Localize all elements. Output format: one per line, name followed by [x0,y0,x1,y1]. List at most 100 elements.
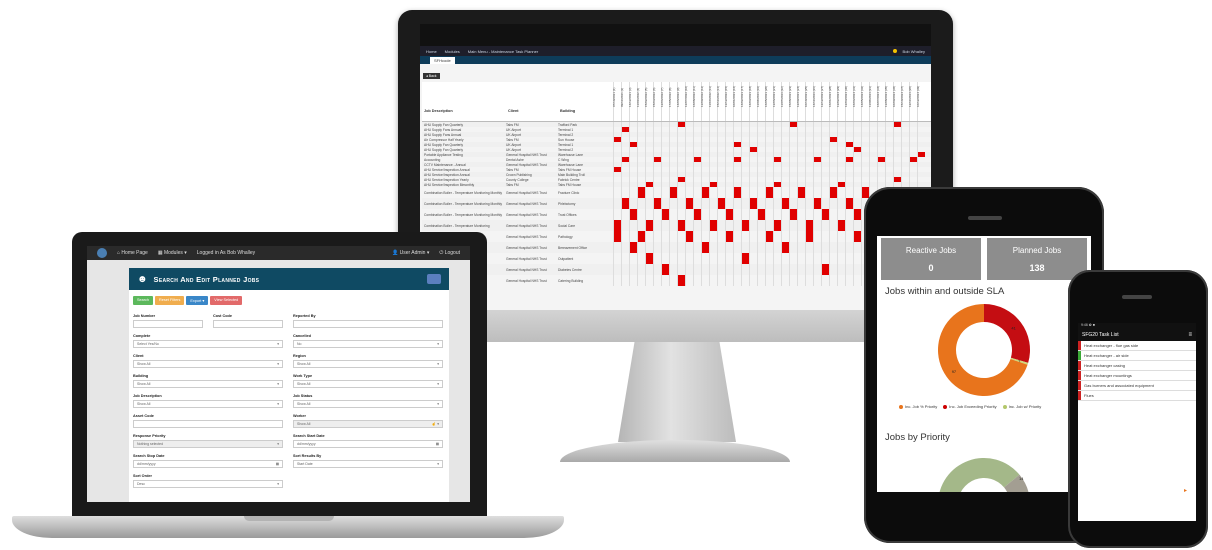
schedule-cell[interactable] [829,209,837,220]
schedule-cell[interactable] [813,242,821,253]
schedule-cell[interactable] [613,187,621,198]
schedule-cell[interactable] [821,220,829,231]
scheduled-job-cell[interactable] [797,187,805,198]
schedule-cell[interactable] [765,209,773,220]
schedule-cell[interactable] [813,187,821,198]
schedule-cell[interactable] [797,275,805,286]
schedule-cell[interactable] [613,253,621,264]
schedule-cell[interactable] [813,220,821,231]
schedule-cell[interactable] [701,209,709,220]
schedule-cell[interactable] [717,264,725,275]
schedule-cell[interactable] [853,253,861,264]
scheduled-job-cell[interactable] [661,264,669,275]
schedule-cell[interactable] [733,253,741,264]
schedule-cell[interactable] [637,264,645,275]
schedule-cell[interactable] [709,209,717,220]
schedule-cell[interactable] [797,209,805,220]
schedule-cell[interactable] [749,242,757,253]
user-admin-menu[interactable]: 👤 User Admin ▾ [392,250,429,256]
schedule-cell[interactable] [677,264,685,275]
schedule-cell[interactable] [749,220,757,231]
schedule-cell[interactable] [621,209,629,220]
back-button[interactable]: ◂ Back [423,73,440,79]
scheduled-job-cell[interactable] [853,231,861,242]
scheduled-job-cell[interactable] [709,220,717,231]
schedule-cell[interactable] [781,264,789,275]
schedule-cell[interactable] [733,264,741,275]
schedule-cell[interactable] [661,242,669,253]
schedule-cell[interactable] [805,264,813,275]
schedule-cell[interactable] [781,209,789,220]
schedule-cell[interactable] [837,253,845,264]
scheduled-job-cell[interactable] [693,209,701,220]
schedule-cell[interactable] [813,231,821,242]
scheduled-job-cell[interactable] [757,209,765,220]
nav-user-menu[interactable]: Bob Whalley [903,49,925,54]
schedule-cell[interactable] [749,209,757,220]
schedule-cell[interactable] [661,220,669,231]
schedule-cell[interactable] [757,264,765,275]
schedule-cell[interactable] [701,220,709,231]
schedule-cell[interactable] [789,264,797,275]
schedule-cell[interactable] [629,198,637,209]
schedule-cell[interactable] [845,209,853,220]
schedule-cell[interactable] [757,220,765,231]
schedule-cell[interactable] [685,220,693,231]
scheduled-job-cell[interactable] [629,209,637,220]
schedule-cell[interactable] [725,242,733,253]
schedule-cell[interactable] [669,198,677,209]
schedule-cell[interactable] [797,220,805,231]
schedule-cell[interactable] [813,275,821,286]
job-status-select[interactable]: Show All ▾ [293,400,443,408]
scheduled-job-cell[interactable] [677,275,685,286]
planned-jobs-card[interactable]: Planned Jobs 138 [987,238,1087,280]
schedule-cell[interactable] [845,253,853,264]
schedule-cell[interactable] [733,209,741,220]
planner-row[interactable]: Combination Boiler - Temperature Monitor… [422,220,931,231]
schedule-cell[interactable] [797,253,805,264]
schedule-cell[interactable] [845,220,853,231]
schedule-cell[interactable] [805,242,813,253]
schedule-cell[interactable] [725,275,733,286]
schedule-cell[interactable] [709,198,717,209]
schedule-cell[interactable] [773,242,781,253]
schedule-cell[interactable] [813,209,821,220]
schedule-cell[interactable] [637,242,645,253]
schedule-cell[interactable] [773,264,781,275]
schedule-cell[interactable] [645,187,653,198]
schedule-cell[interactable] [781,187,789,198]
schedule-cell[interactable] [693,253,701,264]
schedule-cell[interactable] [733,220,741,231]
schedule-cell[interactable] [837,209,845,220]
schedule-cell[interactable] [805,275,813,286]
schedule-cell[interactable] [789,253,797,264]
schedule-cell[interactable] [693,231,701,242]
schedule-cell[interactable] [661,275,669,286]
schedule-cell[interactable] [757,253,765,264]
schedule-cell[interactable] [829,275,837,286]
schedule-cell[interactable] [749,231,757,242]
schedule-cell[interactable] [613,275,621,286]
schedule-cell[interactable] [653,209,661,220]
scheduled-job-cell[interactable] [821,264,829,275]
schedule-cell[interactable] [709,253,717,264]
cancelled-select[interactable]: No ▾ [293,340,443,348]
schedule-cell[interactable] [693,198,701,209]
schedule-cell[interactable] [693,242,701,253]
sort-by-select[interactable]: Start Date ▾ [293,460,443,468]
schedule-cell[interactable] [813,264,821,275]
task-list-item[interactable]: Heat exchanger casing [1078,361,1196,371]
schedule-cell[interactable] [821,231,829,242]
schedule-cell[interactable] [669,253,677,264]
schedule-cell[interactable] [741,275,749,286]
scheduled-job-cell[interactable] [741,253,749,264]
planner-row[interactable]: Combination Boiler - Temperature Monitor… [422,187,931,198]
scheduled-job-cell[interactable] [765,231,773,242]
schedule-cell[interactable] [717,220,725,231]
schedule-cell[interactable] [725,187,733,198]
scheduled-job-cell[interactable] [685,231,693,242]
schedule-cell[interactable] [797,198,805,209]
scheduled-job-cell[interactable] [821,209,829,220]
scheduled-job-cell[interactable] [637,187,645,198]
scheduled-job-cell[interactable] [853,209,861,220]
